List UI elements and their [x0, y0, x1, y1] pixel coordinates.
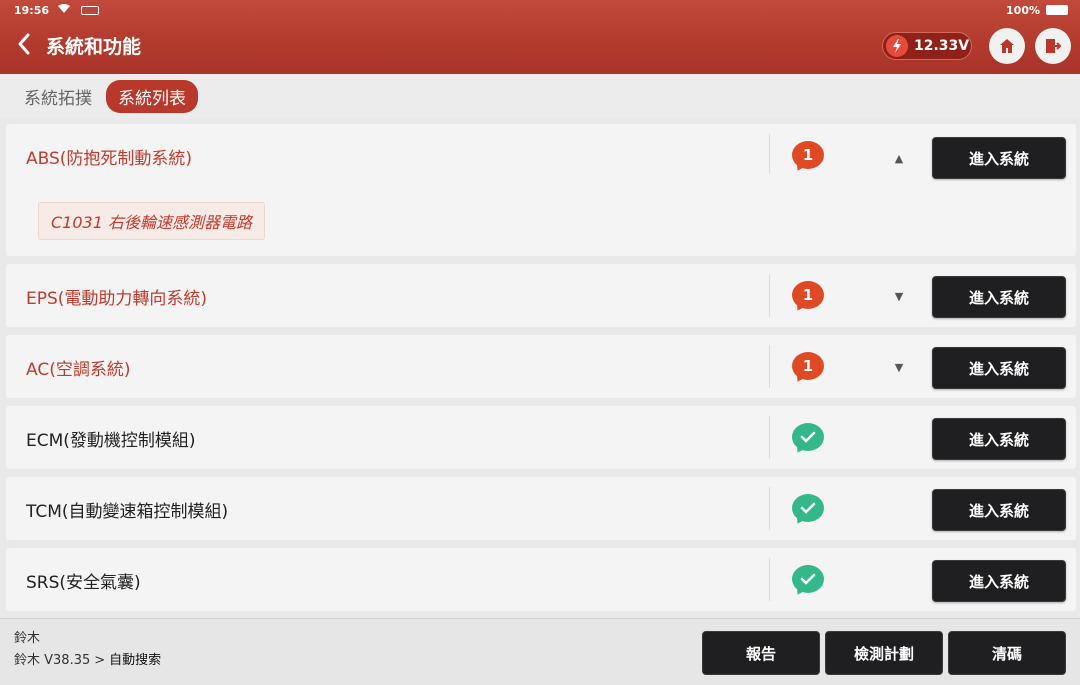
enter-system-button[interactable]: 進入系統 [932, 418, 1066, 460]
breadcrumb-current: 自動搜索 [109, 653, 162, 668]
lightning-icon [886, 35, 908, 57]
clear-codes-button[interactable]: 清碼 [948, 631, 1066, 675]
system-name: SRS(安全氣囊) [26, 573, 141, 593]
enter-system-button[interactable]: 進入系統 [932, 489, 1066, 531]
system-name: EPS(電動助力轉向系統) [26, 289, 208, 309]
chevron-left-icon [18, 33, 30, 55]
status-bar: 19:56 100% [14, 2, 1068, 18]
test-plan-button[interactable]: 檢測計劃 [825, 631, 943, 675]
check-icon [792, 565, 824, 593]
tab-system-topology[interactable]: 系統拓撲 [24, 84, 92, 109]
fault-count-badge: 1 [791, 351, 825, 381]
check-icon [792, 494, 824, 522]
ok-status-badge [791, 564, 825, 594]
breadcrumb-make: 鈴木 V38.35 [14, 653, 91, 668]
collapse-arrow-icon[interactable]: ▲ [892, 151, 906, 165]
system-row-ecm: ECM(發動機控制模組) 進入系統 [6, 406, 1076, 469]
page-title: 系統和功能 [46, 36, 142, 58]
system-name: ECM(發動機控制模組) [26, 431, 196, 451]
system-row-srs: SRS(安全氣囊) 進入系統 [6, 548, 1076, 611]
breadcrumb: 鈴木 V38.35 > 自動搜索 [14, 649, 161, 668]
back-button[interactable] [12, 30, 36, 58]
system-name: AC(空調系統) [26, 360, 131, 380]
enter-system-button[interactable]: 進入系統 [932, 347, 1066, 389]
home-icon [1000, 39, 1014, 53]
enter-system-button[interactable]: 進入系統 [932, 276, 1066, 318]
check-icon [792, 423, 824, 451]
vci-connection-icon [81, 5, 100, 15]
dtc-item: C1031 右後輪速感測器電路 [38, 202, 265, 240]
ok-status-badge [791, 422, 825, 452]
wifi-icon [57, 3, 71, 17]
footer-bar: 鈴木 鈴木 V38.35 > 自動搜索 報告 檢測計劃 清碼 [0, 618, 1080, 685]
enter-system-button[interactable]: 進入系統 [932, 137, 1066, 179]
system-row-tcm: TCM(自動變速箱控制模組) 進入系統 [6, 477, 1076, 540]
system-name: ABS(防抱死制動系統) [26, 149, 193, 169]
report-button[interactable]: 報告 [702, 631, 820, 675]
tab-system-list[interactable]: 系統列表 [106, 79, 198, 113]
system-name: TCM(自動變速箱控制模組) [26, 502, 229, 522]
voltage-value: 12.33V [914, 38, 970, 54]
system-row-abs: ABS(防抱死制動系統) 1 ▲ 進入系統 C1031 右後輪速感測器電路 [6, 124, 1076, 256]
fault-count-badge: 1 [791, 140, 825, 170]
expand-arrow-icon[interactable]: ▼ [892, 289, 906, 303]
enter-system-button[interactable]: 進入系統 [932, 560, 1066, 602]
status-time: 19:56 [14, 3, 50, 17]
fault-count-badge: 1 [791, 280, 825, 310]
header-bar: 19:56 100% 系統和功能 12.33V [0, 0, 1080, 74]
ok-status-badge [791, 493, 825, 523]
system-row-eps: EPS(電動助力轉向系統) 1 ▼ 進入系統 [6, 264, 1076, 327]
view-tabs: 系統拓撲 系統列表 [0, 74, 1080, 118]
battery-voltage: 12.33V [882, 32, 972, 60]
exit-button[interactable] [1035, 28, 1071, 64]
battery-percent: 100% [1006, 3, 1040, 17]
expand-arrow-icon[interactable]: ▼ [892, 360, 906, 374]
system-row-ac: AC(空調系統) 1 ▼ 進入系統 [6, 335, 1076, 398]
vehicle-make: 鈴木 [14, 631, 41, 646]
exit-icon [1046, 39, 1062, 53]
battery-icon [1046, 5, 1068, 15]
home-button[interactable] [989, 28, 1025, 64]
breadcrumb-separator: > [94, 653, 106, 668]
